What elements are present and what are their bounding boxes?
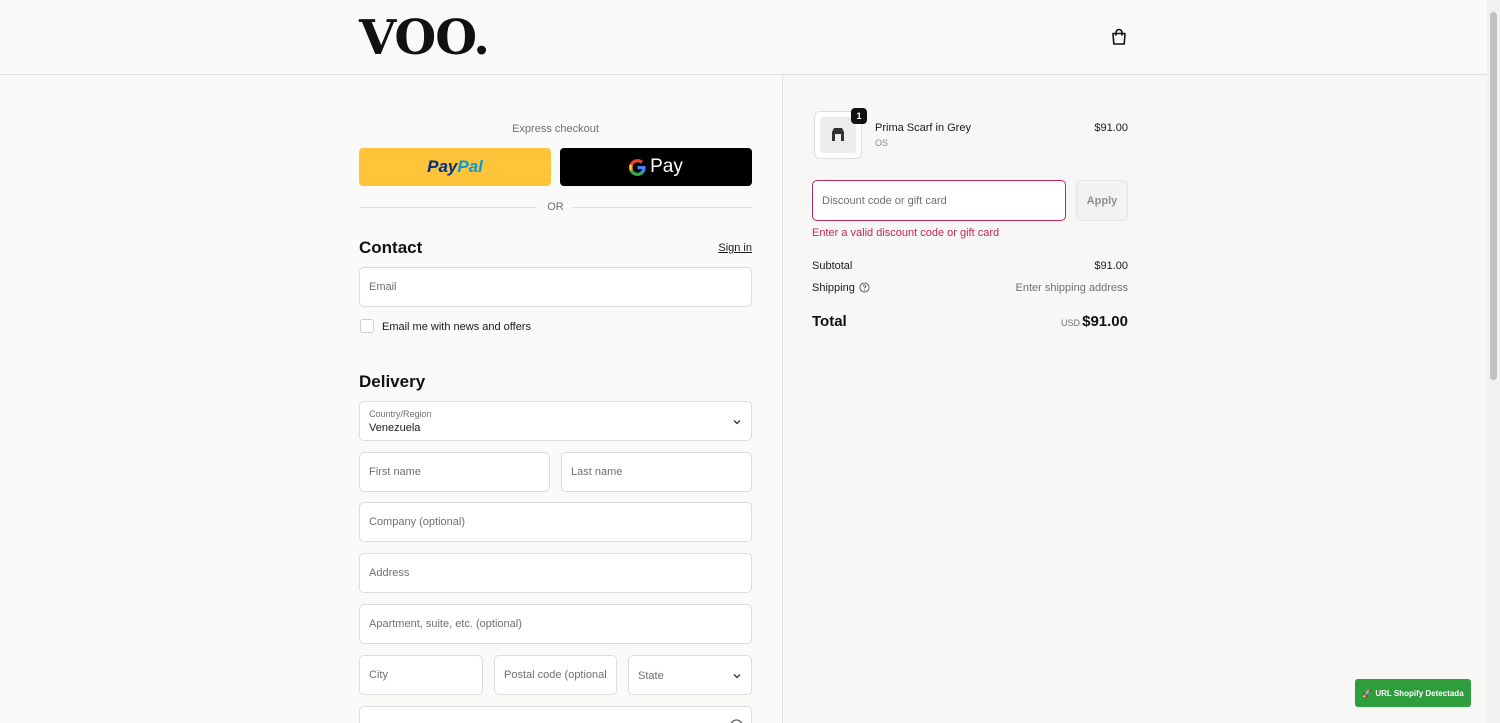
help-circle-icon[interactable]: [859, 282, 870, 293]
first-name-input[interactable]: [360, 453, 549, 491]
scrollbar-thumb[interactable]: [1490, 12, 1497, 380]
apartment-field: [359, 604, 752, 644]
shipping-value: Enter shipping address: [1015, 282, 1128, 294]
discount-error-message: Enter a valid discount code or gift card: [812, 227, 1000, 239]
city-field: [359, 655, 483, 695]
shopping-bag-icon[interactable]: [1109, 27, 1129, 47]
company-field: [359, 502, 752, 542]
quantity-badge: 1: [851, 108, 867, 124]
paypal-button[interactable]: Pay Pal: [359, 148, 551, 186]
postal-code-field: [494, 655, 617, 695]
postal-code-input[interactable]: [495, 656, 616, 694]
or-separator: OR: [359, 201, 752, 215]
discount-field: [812, 180, 1066, 221]
total-value: $91.00: [1082, 313, 1128, 330]
order-summary-panel: [783, 75, 1487, 723]
apartment-input[interactable]: [360, 605, 751, 643]
subtotal-value: $91.00: [1094, 260, 1128, 272]
delivery-title: Delivery: [359, 372, 426, 391]
newsletter-checkbox[interactable]: [360, 319, 374, 333]
subtotal-label: Subtotal: [812, 260, 853, 272]
address-input[interactable]: [360, 554, 751, 592]
product-variant: OS: [875, 138, 889, 148]
scarf-image-icon: [832, 128, 844, 141]
country-label: Country/Region: [369, 409, 432, 419]
or-text: OR: [547, 201, 564, 213]
email-field: [359, 267, 752, 307]
state-select[interactable]: State: [628, 655, 752, 695]
shipping-label: Shipping: [812, 282, 855, 294]
company-input[interactable]: [360, 503, 751, 541]
rocket-icon: 🚀: [1362, 688, 1373, 698]
page-scrollbar[interactable]: [1487, 0, 1500, 723]
address-field: [359, 553, 752, 593]
sign-in-link[interactable]: Sign in: [700, 242, 752, 254]
product-price: $91.00: [1094, 122, 1128, 134]
help-circle-icon[interactable]: [730, 719, 743, 723]
last-name-input[interactable]: [562, 453, 751, 491]
state-label: State: [638, 670, 664, 682]
checkout-header: VOO.: [0, 0, 1487, 75]
country-select[interactable]: Country/Region Venezuela: [359, 401, 752, 441]
chevron-down-icon: [733, 674, 741, 679]
city-input[interactable]: [360, 656, 482, 694]
product-name: Prima Scarf in Grey: [875, 122, 971, 134]
paypal-logo-part2: Pal: [457, 157, 483, 176]
newsletter-label: Email me with news and offers: [382, 321, 531, 333]
shopify-detected-badge[interactable]: 🚀 URL Shopify Detectada: [1355, 679, 1471, 707]
express-checkout-label: Express checkout: [512, 123, 599, 135]
total-label: Total: [812, 313, 847, 330]
google-pay-button[interactable]: Pay: [560, 148, 752, 186]
contact-title: Contact: [359, 238, 423, 257]
store-logo[interactable]: VOO.: [359, 12, 490, 64]
first-name-field: [359, 452, 550, 492]
column-divider: [782, 75, 783, 723]
email-input[interactable]: [360, 268, 751, 306]
last-name-field: [561, 452, 752, 492]
paypal-logo-part1: Pay: [427, 157, 458, 176]
chevron-down-icon: [733, 420, 741, 425]
product-image: [820, 117, 856, 153]
discount-input[interactable]: [813, 181, 1065, 220]
phone-field[interactable]: [359, 706, 752, 723]
google-pay-label: Pay: [650, 156, 683, 177]
country-value: Venezuela: [369, 422, 421, 434]
google-g-icon: [629, 158, 646, 176]
shopify-badge-label: URL Shopify Detectada: [1375, 688, 1464, 698]
apply-button[interactable]: Apply: [1076, 180, 1128, 221]
